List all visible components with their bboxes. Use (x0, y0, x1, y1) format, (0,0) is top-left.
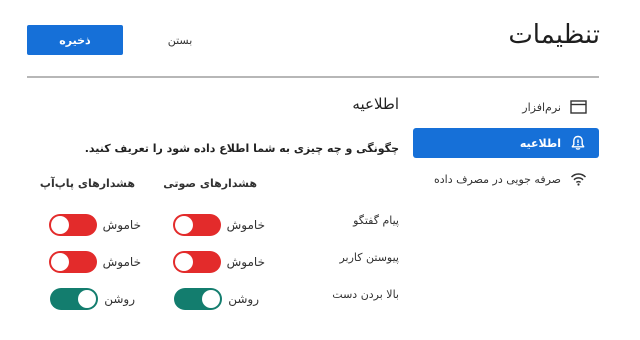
toggle-knob (78, 290, 97, 308)
sidebar-item-label: نرم‌افزار (522, 100, 561, 114)
toggle-switch[interactable] (172, 214, 221, 236)
sidebar-item-data-saving[interactable]: صرفه جویی در مصرف داده (413, 164, 599, 194)
row-label-raise-hand: بالا بردن دست (332, 288, 399, 301)
save-button[interactable]: ذخیره (27, 25, 123, 55)
wifi-icon (569, 170, 587, 188)
toggle-state-label: خاموش (102, 218, 141, 232)
toggle-knob (202, 290, 221, 308)
toggle-state-label: روشن (104, 292, 135, 306)
bell-icon (569, 134, 587, 152)
notification-settings-panel: اطلاعیه چگونگی و چه چیزی به شما اطلاع دا… (27, 92, 399, 322)
column-header-sound: هشدارهای صوتی (163, 177, 257, 190)
toggle-knob (50, 216, 69, 234)
toggle-knob (50, 253, 69, 271)
raise-hand-popup-toggle[interactable]: روشن (50, 288, 135, 310)
toggle-state-label: خاموش (102, 255, 141, 269)
sidebar-item-label: صرفه جویی در مصرف داده (434, 172, 561, 186)
chat-message-sound-toggle[interactable]: خاموش (172, 214, 265, 236)
row-label-user-join: پیوستن کاربر (339, 251, 399, 264)
toggle-knob (174, 216, 193, 234)
toggle-knob (174, 253, 193, 271)
section-description: چگونگی و چه چیزی به شما اطلاع داده شود ر… (84, 142, 399, 155)
row-label-chat-message: پیام گفتگو (353, 214, 399, 227)
toggle-state-label: روشن (228, 292, 259, 306)
user-join-popup-toggle[interactable]: خاموش (48, 251, 141, 273)
toggle-state-label: خاموش (226, 255, 265, 269)
sidebar-item-software[interactable]: نرم‌افزار (413, 92, 599, 122)
settings-sidebar: نرم‌افزار اطلاعیه صرفه جویی در مصرف داده (413, 92, 599, 200)
section-title: اطلاعیه (352, 95, 399, 113)
toggle-switch[interactable] (172, 251, 221, 273)
sidebar-item-notification[interactable]: اطلاعیه (413, 128, 599, 158)
raise-hand-sound-toggle[interactable]: روشن (174, 288, 259, 310)
toggle-switch[interactable] (48, 214, 97, 236)
close-button[interactable]: بستن (160, 31, 200, 49)
toggle-switch[interactable] (50, 288, 99, 310)
window-icon (569, 98, 587, 116)
toggle-state-label: خاموش (226, 218, 265, 232)
chat-message-popup-toggle[interactable]: خاموش (48, 214, 141, 236)
header-divider (27, 76, 599, 78)
toggle-switch[interactable] (174, 288, 223, 310)
sidebar-item-label: اطلاعیه (519, 136, 561, 150)
column-header-popup: هشدارهای پاپ‌آپ (39, 177, 135, 190)
toggle-switch[interactable] (48, 251, 97, 273)
user-join-sound-toggle[interactable]: خاموش (172, 251, 265, 273)
page-title: تنظیمات (508, 20, 600, 50)
